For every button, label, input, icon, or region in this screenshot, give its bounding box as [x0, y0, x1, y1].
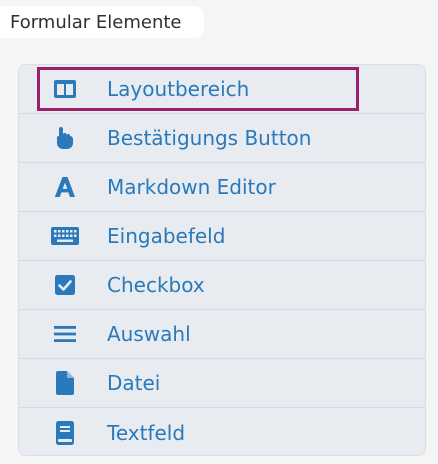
element-label: Markdown Editor	[107, 175, 276, 199]
panel-title-text: Formular Elemente	[10, 11, 182, 33]
element-label: Textfeld	[107, 420, 186, 445]
element-item-datei[interactable]: Datei	[19, 359, 425, 408]
element-label: Checkbox	[107, 273, 205, 297]
element-item-checkbox[interactable]: Checkbox	[19, 261, 425, 310]
element-label: Auswahl	[107, 322, 191, 346]
checkbox-checked-icon	[51, 271, 79, 299]
list-lines-icon	[51, 320, 79, 348]
element-item-textfeld[interactable]: Textfeld	[19, 408, 425, 455]
keyboard-icon	[51, 222, 79, 250]
book-icon	[51, 419, 79, 447]
layout-columns-icon	[51, 75, 79, 103]
panel-title: Formular Elemente	[0, 6, 204, 38]
form-element-list: Layoutbereich Bestätigungs Button Markdo…	[18, 64, 426, 456]
file-icon	[51, 369, 79, 397]
pointer-hand-icon	[51, 124, 79, 152]
element-item-auswahl[interactable]: Auswahl	[19, 310, 425, 359]
element-item-eingabefeld[interactable]: Eingabefeld	[19, 212, 425, 261]
element-label: Eingabefeld	[107, 224, 226, 248]
text-font-icon	[51, 173, 79, 201]
element-label: Bestätigungs Button	[107, 126, 312, 150]
element-item-bestaetigungs-button[interactable]: Bestätigungs Button	[19, 114, 425, 163]
element-label: Datei	[107, 371, 161, 395]
element-label: Layoutbereich	[107, 77, 250, 101]
element-item-layoutbereich[interactable]: Layoutbereich	[19, 65, 425, 114]
element-item-markdown-editor[interactable]: Markdown Editor	[19, 163, 425, 212]
